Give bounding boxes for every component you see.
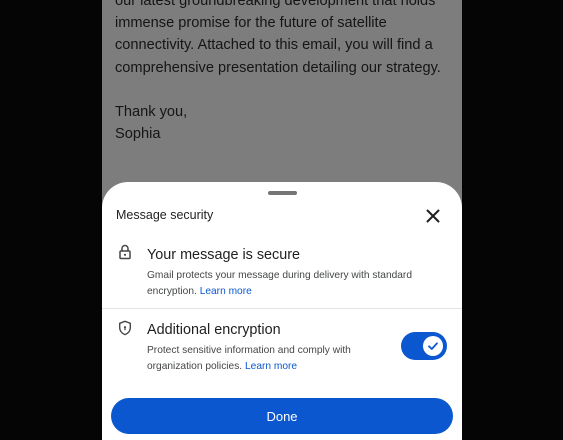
secure-learn-more-link[interactable]: Learn more [200, 286, 252, 297]
divider [102, 308, 462, 309]
email-line: immense promise for the future of satell… [115, 15, 387, 32]
secure-description: Gmail protects your message during deliv… [147, 268, 447, 300]
phone-screen: our latest groundbreaking development th… [102, 0, 462, 440]
secure-title: Your message is secure [147, 247, 301, 263]
secure-description-text: Gmail protects your message during deliv… [147, 270, 412, 297]
email-line: our latest groundbreaking development th… [115, 0, 436, 9]
encryption-description: Protect sensitive information and comply… [147, 343, 392, 375]
email-line: comprehensive presentation detailing our… [115, 59, 441, 76]
email-signoff: Thank you, [115, 103, 188, 120]
encryption-learn-more-link[interactable]: Learn more [245, 361, 297, 372]
drag-handle[interactable] [268, 191, 297, 195]
email-signature: Sophia [115, 126, 161, 143]
done-button[interactable]: Done [111, 398, 453, 434]
check-icon [428, 342, 438, 350]
additional-encryption-toggle[interactable] [401, 332, 447, 360]
lock-icon [119, 244, 131, 260]
close-icon [426, 209, 440, 223]
shield-icon [119, 320, 131, 336]
close-button[interactable] [422, 205, 444, 227]
right-letterbox [462, 0, 563, 440]
email-line: connectivity. Attached to this email, yo… [115, 37, 433, 54]
toggle-knob [423, 336, 443, 356]
screen: our latest groundbreaking development th… [0, 0, 563, 440]
email-body: our latest groundbreaking development th… [115, 0, 455, 145]
message-security-sheet: Message security Your message is secure … [102, 182, 462, 440]
left-letterbox [0, 0, 102, 440]
encryption-title: Additional encryption [147, 322, 281, 338]
sheet-title: Message security [116, 208, 214, 222]
